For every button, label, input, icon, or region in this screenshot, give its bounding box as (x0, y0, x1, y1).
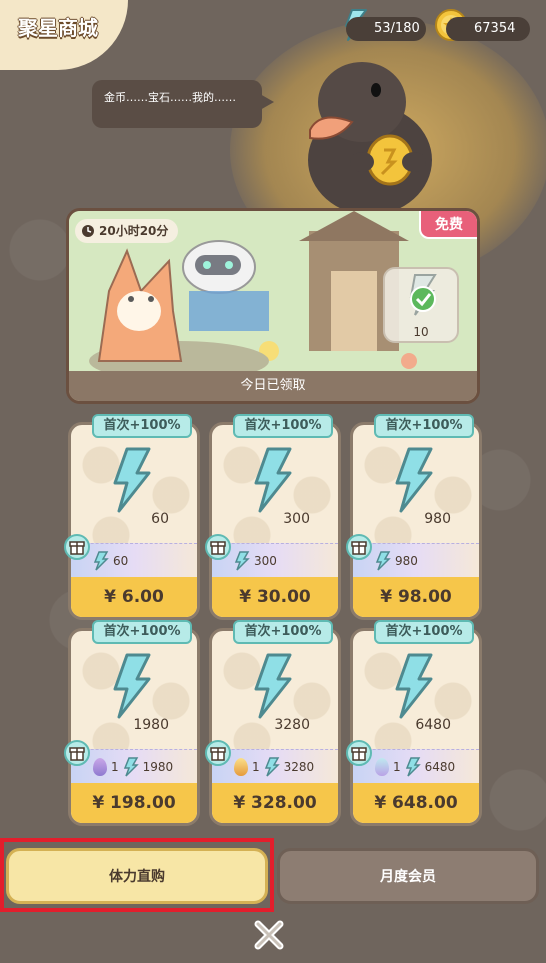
claimed-energy-icon (409, 274, 437, 316)
bonus-energy: 6480 (424, 760, 456, 774)
energy-counter: 53/180 (346, 17, 426, 41)
gift-icon (346, 534, 372, 560)
bonus-energy-icon (123, 757, 139, 777)
pack-amount: 3280 (274, 717, 310, 733)
bonus-energy-icon (234, 551, 250, 571)
first-purchase-badge: 首次+100% (233, 414, 333, 438)
npc-speech-text: 金币……宝石……我的…… (104, 91, 236, 104)
price-button[interactable]: ¥ 328.00 (212, 783, 338, 823)
claim-status: 今日已领取 (69, 371, 477, 401)
reward-count: 10 (413, 325, 429, 339)
bonus-content: 60 (93, 551, 128, 571)
pack-amount: 6480 (415, 717, 451, 733)
timer-text: 20小时20分 (99, 224, 169, 238)
bonus-egg-count: 1 (111, 760, 119, 774)
price-button[interactable]: ¥ 98.00 (353, 577, 479, 617)
price-button[interactable]: ¥ 198.00 (71, 783, 197, 823)
price-button[interactable]: ¥ 30.00 (212, 577, 338, 617)
pack-amount: 300 (283, 511, 310, 527)
bonus-energy: 300 (254, 554, 277, 568)
first-purchase-badge: 首次+100% (92, 620, 192, 644)
energy-pack-card[interactable]: 3280 1 3280 ¥ 328.00 (209, 628, 341, 826)
bonus-content: 980 (375, 551, 418, 571)
energy-bolt-icon (254, 653, 292, 719)
energy-bolt-icon (395, 447, 433, 513)
tab-energy-purchase[interactable]: 体力直购 (6, 848, 268, 904)
bonus-energy-icon (375, 551, 391, 571)
bonus-egg-count: 1 (393, 760, 401, 774)
first-purchase-badge: 首次+100% (374, 414, 474, 438)
daily-free-banner[interactable]: 20小时20分 免费 10 今日已领取 (66, 208, 480, 404)
bonus-energy-icon (93, 551, 109, 571)
energy-bolt-icon (113, 447, 151, 513)
refresh-timer: 20小时20分 (75, 219, 179, 243)
bonus-energy-icon (405, 757, 421, 777)
pack-amount: 1980 (133, 717, 169, 733)
bonus-content: 1 1980 (93, 757, 173, 777)
gift-icon (64, 534, 90, 560)
energy-pack-card[interactable]: 980 980 ¥ 98.00 (350, 422, 482, 620)
energy-value: 53/180 (374, 21, 420, 36)
energy-bolt-icon (113, 653, 151, 719)
gift-icon (346, 740, 372, 766)
gift-icon (64, 740, 90, 766)
platypus-npc (308, 62, 432, 210)
egg-icon (93, 758, 107, 776)
energy-pack-card[interactable]: 300 300 ¥ 30.00 (209, 422, 341, 620)
coin-value: 67354 (474, 21, 516, 36)
daily-reward-box: 10 (383, 267, 459, 343)
price-button[interactable]: ¥ 648.00 (353, 783, 479, 823)
bonus-content: 1 3280 (234, 757, 314, 777)
price-button[interactable]: ¥ 6.00 (71, 577, 197, 617)
first-purchase-badge: 首次+100% (92, 414, 192, 438)
first-purchase-badge: 首次+100% (374, 620, 474, 644)
energy-bolt-icon (254, 447, 292, 513)
first-purchase-badge: 首次+100% (233, 620, 333, 644)
close-icon[interactable] (252, 918, 286, 952)
pack-amount: 60 (151, 511, 169, 527)
clock-icon (82, 225, 94, 237)
energy-pack-card[interactable]: 1980 1 1980 ¥ 198.00 (68, 628, 200, 826)
egg-icon (375, 758, 389, 776)
coin-counter: 67354 (446, 17, 530, 41)
energy-pack-card[interactable]: 6480 1 6480 ¥ 648.00 (350, 628, 482, 826)
npc-speech-bubble: 金币……宝石……我的…… (92, 80, 274, 128)
pack-amount: 980 (424, 511, 451, 527)
energy-bolt-icon (395, 653, 433, 719)
bonus-egg-count: 1 (252, 760, 260, 774)
bonus-energy-icon (264, 757, 280, 777)
egg-icon (234, 758, 248, 776)
free-tag: 免费 (419, 211, 477, 239)
energy-pack-card[interactable]: 60 60 ¥ 6.00 (68, 422, 200, 620)
bonus-energy: 3280 (283, 760, 315, 774)
tab-monthly-member[interactable]: 月度会员 (277, 848, 539, 904)
bonus-content: 300 (234, 551, 277, 571)
page-title: 聚星商城 (18, 16, 98, 40)
bonus-energy: 60 (113, 554, 129, 568)
gift-icon (205, 740, 231, 766)
bonus-energy: 980 (395, 554, 418, 568)
bonus-content: 1 6480 (375, 757, 455, 777)
gift-icon (205, 534, 231, 560)
bonus-energy: 1980 (142, 760, 174, 774)
